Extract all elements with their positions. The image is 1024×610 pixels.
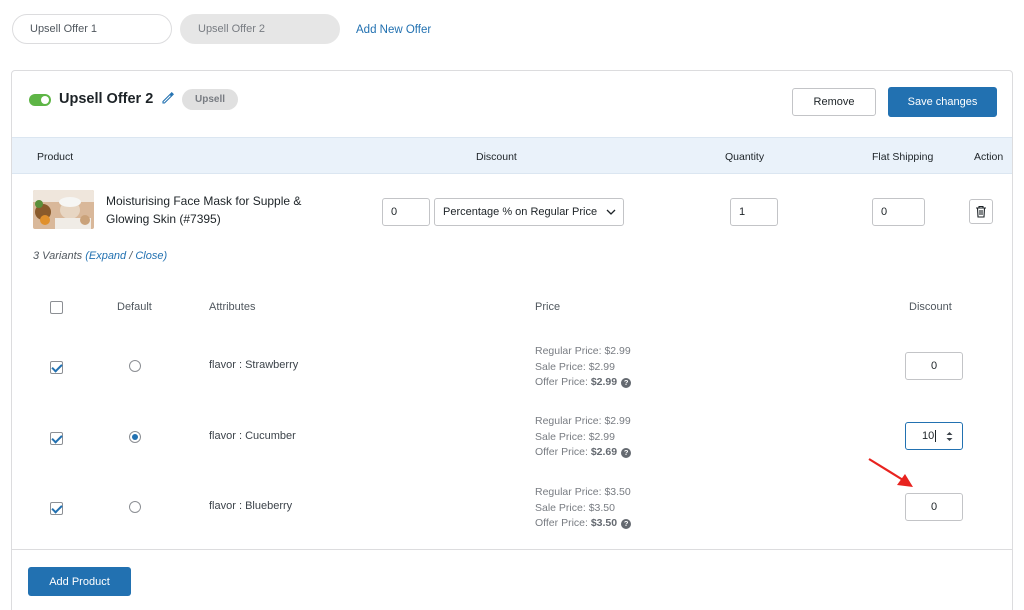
variant-discount-input[interactable]: 0 <box>905 352 963 380</box>
variants-close-paren: ) <box>163 250 168 262</box>
offer-price-label: Offer Price: <box>535 446 588 458</box>
save-changes-button[interactable]: Save changes <box>888 87 997 117</box>
spinner-icon[interactable] <box>946 431 953 442</box>
variant-attribute: flavor : Strawberry <box>209 359 299 371</box>
products-table-header: Product Discount Quantity Flat Shipping … <box>12 137 1012 174</box>
variants-separator: / <box>129 250 133 262</box>
variant-header-price: Price <box>535 301 561 313</box>
header-quantity: Quantity <box>725 151 765 163</box>
variants-count: 3 Variants <box>33 250 83 262</box>
variant-attribute: flavor : Cucumber <box>209 430 296 442</box>
offer-enabled-toggle[interactable] <box>29 94 51 106</box>
pencil-icon[interactable] <box>161 91 175 105</box>
quantity-input[interactable]: 1 <box>730 198 778 226</box>
sale-price: Sale Price: $2.99 <box>535 360 615 373</box>
variants-close-link[interactable]: Close <box>135 250 163 262</box>
variant-price-block: Regular Price: $2.99 Sale Price: $2.99 O… <box>535 414 632 461</box>
trash-icon <box>976 205 986 218</box>
variant-header-attributes: Attributes <box>209 301 256 313</box>
regular-price: Regular Price: $2.99 <box>535 345 631 357</box>
offer-price-label: Offer Price: <box>535 517 588 529</box>
offer-type-badge: Upsell <box>182 89 239 110</box>
header-action: Action <box>974 151 1004 163</box>
help-icon[interactable]: ? <box>621 519 632 529</box>
header-discount: Discount <box>476 151 517 163</box>
variants-summary: 3 Variants (Expand / Close) <box>33 250 167 262</box>
text-caret <box>935 430 937 442</box>
variant-attribute: flavor : Blueberry <box>209 500 293 512</box>
flat-shipping-input[interactable]: 0 <box>872 198 925 226</box>
offer-price-line: Offer Price: $3.50? <box>535 516 632 532</box>
footer-divider <box>12 549 1012 550</box>
sale-price: Sale Price: $2.99 <box>535 430 615 443</box>
variant-header-discount: Discount <box>909 301 952 313</box>
select-all-variants-checkbox[interactable] <box>50 301 63 314</box>
offer-price-line: Offer Price: $2.69? <box>535 445 632 461</box>
variant-default-radio-blueberry[interactable] <box>129 501 141 513</box>
variant-checkbox-strawberry[interactable] <box>50 361 63 374</box>
variant-header-default: Default <box>117 301 152 313</box>
offer-price-line: Offer Price: $2.99? <box>535 375 632 391</box>
remove-button[interactable]: Remove <box>792 88 876 116</box>
header-flat-shipping: Flat Shipping <box>872 151 934 163</box>
regular-price: Regular Price: $3.50 <box>535 486 631 498</box>
variant-discount-input[interactable]: 0 <box>905 493 963 521</box>
delete-product-button[interactable] <box>969 199 993 224</box>
chevron-down-icon <box>606 209 616 215</box>
variant-default-radio-cucumber[interactable] <box>129 431 141 443</box>
add-new-offer-link[interactable]: Add New Offer <box>356 24 431 36</box>
add-product-button[interactable]: Add Product <box>28 567 131 596</box>
variants-expand-link[interactable]: Expand <box>89 250 126 262</box>
product-name: Moisturising Face Mask for Supple & Glow… <box>106 194 302 226</box>
variant-price-block: Regular Price: $2.99 Sale Price: $2.99 O… <box>535 344 632 391</box>
offer-card: Upsell Offer 2 Upsell Remove Save change… <box>11 70 1013 610</box>
offer-price: $3.50 <box>590 517 618 529</box>
help-icon[interactable]: ? <box>621 378 632 388</box>
product-discount-input[interactable]: 0 <box>382 198 430 226</box>
variant-discount-input-active[interactable]: 10 <box>905 422 963 450</box>
offer-title: Upsell Offer 2 <box>59 91 154 107</box>
offer-price: $2.69 <box>590 446 618 458</box>
variant-discount-value: 10 <box>922 430 935 442</box>
regular-price: Regular Price: $2.99 <box>535 415 631 427</box>
help-icon[interactable]: ? <box>621 448 632 458</box>
arrow-pointer-icon <box>868 458 913 487</box>
discount-type-select[interactable]: Percentage % on Regular Price <box>434 198 624 226</box>
product-thumbnail <box>33 190 94 229</box>
variant-default-radio-strawberry[interactable] <box>129 360 141 372</box>
sale-price: Sale Price: $3.50 <box>535 501 615 514</box>
discount-type-value: Percentage % on Regular Price <box>443 206 598 218</box>
offer-price-label: Offer Price: <box>535 376 588 388</box>
tab-upsell-offer-1[interactable]: Upsell Offer 1 <box>12 14 172 44</box>
tab-upsell-offer-2[interactable]: Upsell Offer 2 <box>180 14 340 44</box>
variant-checkbox-cucumber[interactable] <box>50 432 63 445</box>
offer-price: $2.99 <box>590 376 618 388</box>
header-product: Product <box>37 151 74 163</box>
variant-checkbox-blueberry[interactable] <box>50 502 63 515</box>
variant-price-block: Regular Price: $3.50 Sale Price: $3.50 O… <box>535 485 632 532</box>
